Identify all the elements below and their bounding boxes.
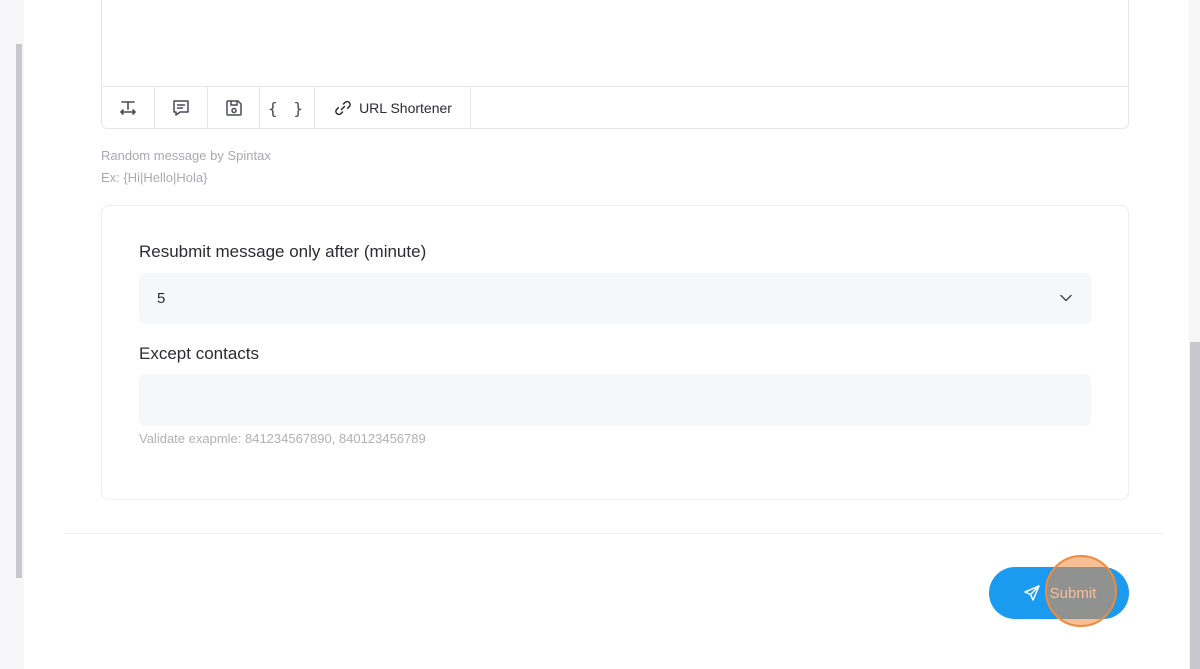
form-card: { } URL Shortener Random message by Spin…: [24, 0, 1189, 669]
message-textarea[interactable]: [102, 0, 1128, 86]
comment-icon: [173, 100, 189, 116]
resubmit-select[interactable]: 5: [139, 273, 1091, 324]
comment-button[interactable]: [155, 87, 208, 129]
submit-label: Submit: [1049, 584, 1097, 602]
validate-hint: Validate exapmle: 841234567890, 84012345…: [139, 431, 426, 446]
editor-toolbar: { } URL Shortener: [102, 86, 1128, 129]
resubmit-label: Resubmit message only after (minute): [139, 242, 427, 261]
url-shortener-button[interactable]: URL Shortener: [315, 87, 471, 129]
chevron-down-icon: [1060, 294, 1072, 302]
page-scrollbar[interactable]: [1190, 342, 1200, 669]
except-contacts-input[interactable]: [139, 374, 1091, 426]
message-editor: { } URL Shortener: [101, 0, 1129, 129]
left-scrollbar[interactable]: [16, 44, 22, 578]
text-resize-icon: [120, 101, 136, 115]
save-icon: [225, 100, 242, 116]
link-icon: [335, 100, 351, 116]
text-resize-button[interactable]: [102, 87, 155, 129]
submit-button[interactable]: Submit: [989, 567, 1129, 619]
resubmit-selected-value: 5: [157, 290, 166, 307]
save-button[interactable]: [208, 87, 260, 129]
footer-divider: [64, 533, 1164, 534]
url-shortener-label: URL Shortener: [359, 100, 452, 116]
spintax-hint: Random message by Spintax: [101, 148, 271, 163]
spintax-example: Ex: {Hi|Hello|Hola}: [101, 170, 208, 185]
except-contacts-label: Except contacts: [139, 344, 260, 363]
spintax-button[interactable]: { }: [260, 87, 315, 129]
spintax-braces-icon: { }: [268, 98, 306, 118]
options-panel: Resubmit message only after (minute) 5 E…: [101, 205, 1129, 500]
send-icon: [1023, 585, 1040, 601]
